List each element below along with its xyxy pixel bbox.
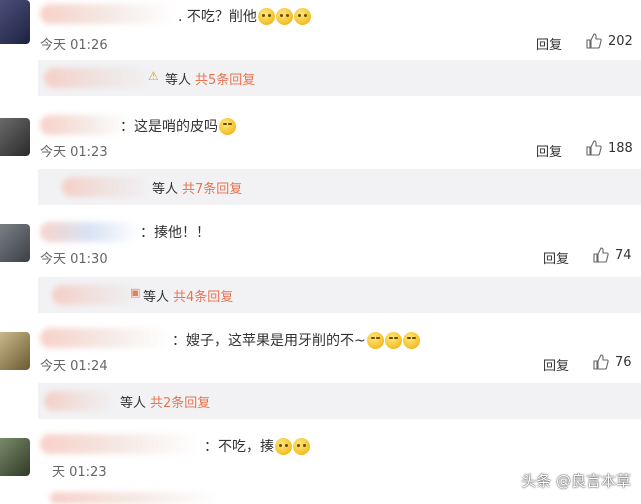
- avatar[interactable]: [0, 224, 30, 262]
- replies-summary[interactable]: 等人 共2条回复: [38, 383, 641, 419]
- emoji-icon: [366, 331, 384, 349]
- comment-body: ：揍他！！: [140, 225, 210, 241]
- warning-icon: ⚠: [148, 69, 159, 83]
- comment-1: . 不吃？削他 今天 01:26 回复 202 ⚠ 等人 共5条回复: [0, 0, 641, 96]
- reply-button[interactable]: 回复: [536, 34, 562, 53]
- emoji-icon: [384, 331, 402, 349]
- timestamp: 今天 01:23: [40, 145, 108, 160]
- replies-summary[interactable]: ⚠ 等人 共5条回复: [38, 60, 641, 96]
- replies-others-label: 等人: [120, 396, 147, 411]
- timestamp: 今天 01:30: [40, 252, 108, 267]
- emoji-icon: [293, 7, 311, 25]
- like-count: 202: [608, 33, 633, 49]
- timestamp: 今天 01:24: [40, 359, 108, 374]
- replies-count-link[interactable]: 共7条回复: [182, 178, 242, 197]
- like-count: 76: [615, 354, 632, 370]
- avatar[interactable]: [0, 438, 30, 476]
- like-button[interactable]: 202: [586, 33, 633, 49]
- replies-others-label: 等人: [143, 290, 170, 305]
- timestamp: 今天 01:26: [40, 38, 108, 53]
- comment-body: ：嫂子，这苹果是用牙削的不~: [172, 333, 366, 349]
- replies-summary[interactable]: 等人 共7条回复: [38, 169, 641, 205]
- emoji-icon: [275, 437, 292, 455]
- like-button[interactable]: 76: [593, 354, 632, 370]
- emoji-icon: [275, 7, 293, 25]
- comment-3: ：揍他！！ 今天 01:30 回复 74 ▣ 等人 共4条回复: [0, 214, 641, 314]
- comment-body: ：不吃，揍: [204, 439, 274, 455]
- username-blurred[interactable]: [40, 434, 200, 454]
- like-button[interactable]: 188: [586, 140, 633, 156]
- comment-text: ：嫂子，这苹果是用牙削的不~: [172, 330, 420, 350]
- thumbs-up-icon: [586, 140, 602, 156]
- thumbs-up-icon: [586, 33, 602, 49]
- username-blurred[interactable]: [40, 328, 170, 348]
- avatar[interactable]: [0, 0, 30, 44]
- emoji-icon: [402, 331, 420, 349]
- replies-others-label: 等人: [152, 182, 179, 197]
- comment-text: ：这是哨的皮吗: [120, 116, 236, 136]
- replies-count-link[interactable]: 共4条回复: [173, 286, 233, 305]
- username-blurred: [52, 285, 142, 305]
- username-blurred[interactable]: [40, 115, 130, 135]
- like-button[interactable]: 74: [593, 247, 632, 263]
- comment-4: ：嫂子，这苹果是用牙削的不~ 今天 01:24 回复 76 等人 共2条回复: [0, 322, 641, 422]
- avatar[interactable]: [0, 118, 30, 156]
- watermark: 头条 @良言本草: [521, 472, 631, 490]
- emoji-icon: [293, 437, 310, 455]
- username-blurred: [44, 391, 116, 411]
- username-blurred: [44, 68, 154, 88]
- image-icon: ▣: [130, 286, 141, 299]
- username-blurred[interactable]: [40, 4, 175, 24]
- comment-2: ：这是哨的皮吗 今天 01:23 回复 188 等人 共7条回复: [0, 108, 641, 208]
- emoji-icon: [257, 7, 275, 25]
- username-blurred: [50, 492, 220, 504]
- reply-button[interactable]: 回复: [543, 355, 569, 374]
- comment-body: . 不吃？削他: [178, 9, 257, 25]
- timestamp: 天 01:23: [52, 465, 107, 480]
- comment-text: . 不吃？削他: [178, 6, 311, 26]
- reply-button[interactable]: 回复: [536, 141, 562, 160]
- emoji-icon: [219, 117, 236, 135]
- username-blurred: [62, 177, 152, 197]
- reply-button[interactable]: 回复: [543, 248, 569, 267]
- like-count: 188: [608, 140, 633, 156]
- replies-summary[interactable]: ▣ 等人 共4条回复: [38, 277, 641, 313]
- like-count: 74: [615, 247, 632, 263]
- username-blurred[interactable]: [40, 222, 140, 242]
- thumbs-up-icon: [593, 354, 609, 370]
- comment-text: ：揍他！！: [140, 222, 210, 242]
- replies-count-link[interactable]: 共5条回复: [195, 69, 255, 88]
- avatar[interactable]: [0, 332, 30, 370]
- comment-text: ：不吃，揍: [204, 436, 310, 456]
- replies-count-link[interactable]: 共2条回复: [150, 392, 210, 411]
- replies-others-label: 等人: [165, 73, 192, 88]
- comment-body: ：这是哨的皮吗: [120, 119, 218, 135]
- thumbs-up-icon: [593, 247, 609, 263]
